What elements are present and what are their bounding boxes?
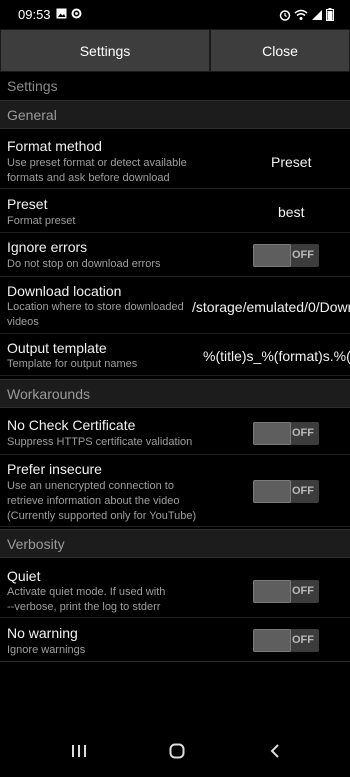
pref-output-template-title: Output template xyxy=(7,340,107,356)
pref-output-template-value: %(title)s_%(format)s.%(ext)s xyxy=(203,348,350,364)
alarm-icon xyxy=(279,9,291,21)
pref-format-method-title: Format method xyxy=(7,138,102,154)
pref-no-warning[interactable]: No warning Ignore warnings OFF xyxy=(0,619,350,662)
section-verbosity: Verbosity xyxy=(0,529,350,558)
pref-download-location-summary: Location where to store downloaded video… xyxy=(7,301,184,328)
toggle-thumb xyxy=(253,422,291,445)
wifi-icon xyxy=(294,9,308,20)
pref-no-check-certificate-title: No Check Certificate xyxy=(7,417,136,433)
pref-no-check-certificate-summary: Suppress HTTPS certificate validation xyxy=(7,436,193,448)
pref-ignore-errors-summary: Do not stop on download errors xyxy=(7,258,161,270)
pref-format-method-value: Preset xyxy=(271,154,312,170)
toggle-thumb xyxy=(253,629,291,652)
ignore-errors-toggle[interactable]: OFF xyxy=(253,244,319,267)
pref-quiet[interactable]: Quiet Activate quiet mode. If used with … xyxy=(0,560,350,618)
pref-download-location-title: Download location xyxy=(7,283,122,299)
home-icon[interactable] xyxy=(168,743,186,759)
pref-no-warning-title: No warning xyxy=(7,625,78,641)
section-general: General xyxy=(0,100,350,129)
pref-prefer-insecure-summary: Use an unencrypted connection to retriev… xyxy=(7,480,197,522)
pref-ignore-errors[interactable]: Ignore errors Do not stop on download er… xyxy=(0,234,350,277)
battery-icon xyxy=(326,8,334,21)
prefer-insecure-toggle[interactable]: OFF xyxy=(253,480,319,503)
image-icon xyxy=(56,8,67,19)
toggle-thumb xyxy=(253,580,291,603)
screen-title: Settings xyxy=(7,78,58,94)
toggle-state-label: OFF xyxy=(292,585,314,597)
pref-quiet-title: Quiet xyxy=(7,568,41,584)
pref-preset-title: Preset xyxy=(7,196,48,212)
top-button-bar: Settings Close xyxy=(0,29,350,72)
toggle-state-label: OFF xyxy=(292,634,314,646)
pref-quiet-summary: Activate quiet mode. If used with --verb… xyxy=(7,586,166,613)
toggle-state-label: OFF xyxy=(292,249,314,261)
toggle-thumb xyxy=(253,480,291,503)
pref-download-location-value: /storage/emulated/0/Download xyxy=(192,299,350,315)
status-bar: 09:53 xyxy=(0,0,350,29)
back-icon[interactable] xyxy=(268,743,282,759)
toggle-state-label: OFF xyxy=(292,427,314,439)
settings-button[interactable]: Settings xyxy=(0,29,210,72)
pref-no-check-certificate[interactable]: No Check Certificate Suppress HTTPS cert… xyxy=(0,410,350,455)
pref-preset[interactable]: Preset Format preset best xyxy=(0,190,350,233)
section-workarounds: Workarounds xyxy=(0,379,350,408)
recents-icon[interactable] xyxy=(70,743,88,759)
pref-preset-value: best xyxy=(278,204,305,220)
pref-preset-summary: Format preset xyxy=(7,215,76,227)
pref-prefer-insecure[interactable]: Prefer insecure Use an unencrypted conne… xyxy=(0,456,350,527)
no-warning-toggle[interactable]: OFF xyxy=(253,629,319,652)
pref-no-warning-summary: Ignore warnings xyxy=(7,644,86,656)
pref-ignore-errors-title: Ignore errors xyxy=(7,239,88,255)
close-button[interactable]: Close xyxy=(210,29,350,72)
pref-output-template[interactable]: Output template Template for output name… xyxy=(0,335,350,376)
toggle-state-label: OFF xyxy=(292,485,314,497)
signal-icon xyxy=(312,9,322,20)
section-general-label: General xyxy=(7,107,57,123)
gear-icon xyxy=(71,8,82,19)
no-check-certificate-toggle[interactable]: OFF xyxy=(253,422,319,445)
navigation-bar xyxy=(0,727,350,777)
pref-output-template-summary: Template for output names xyxy=(7,358,138,370)
toggle-thumb xyxy=(253,244,291,267)
pref-download-location[interactable]: Download location Location where to stor… xyxy=(0,278,350,334)
section-verbosity-label: Verbosity xyxy=(7,536,65,552)
section-workarounds-label: Workarounds xyxy=(7,386,91,402)
status-time: 09:53 xyxy=(18,7,51,22)
pref-format-method[interactable]: Format method Use preset format or detec… xyxy=(0,131,350,189)
pref-format-method-summary: Use preset format or detect available fo… xyxy=(7,157,187,184)
pref-prefer-insecure-title: Prefer insecure xyxy=(7,461,102,477)
quiet-toggle[interactable]: OFF xyxy=(253,580,319,603)
